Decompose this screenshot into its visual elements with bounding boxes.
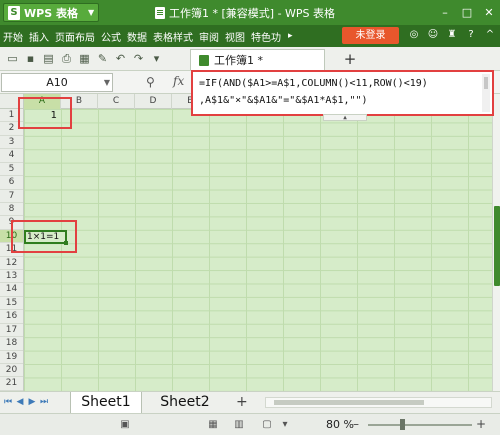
page-break-view-icon[interactable]: ▥ bbox=[232, 418, 246, 432]
document-tab[interactable]: 工作簿1 * bbox=[190, 49, 325, 70]
window-controls: – □ ✕ bbox=[434, 0, 500, 25]
menu-item-view[interactable]: 视图 bbox=[222, 29, 248, 44]
row-header-14[interactable]: 14 bbox=[0, 283, 23, 297]
annotation-box-a10 bbox=[11, 220, 77, 253]
zoom-out-icon[interactable]: – bbox=[353, 417, 359, 431]
row-header-19[interactable]: 19 bbox=[0, 351, 23, 365]
export-pdf-icon[interactable]: ▤ bbox=[40, 50, 57, 67]
zoom-level[interactable]: 80 % bbox=[326, 418, 354, 431]
normal-view-icon[interactable]: ▦ bbox=[206, 418, 220, 432]
spreadsheet-tab-icon bbox=[199, 54, 209, 66]
title-bar: S WPS 表格 ▼ 工作簿1 * [兼容模式] - WPS 表格 – □ ✕ bbox=[0, 0, 500, 25]
app-menu-button[interactable]: S WPS 表格 ▼ bbox=[3, 3, 100, 22]
row-header-17[interactable]: 17 bbox=[0, 324, 23, 338]
undo-icon[interactable]: ↶ bbox=[112, 50, 129, 67]
row-header-7[interactable]: 7 bbox=[0, 190, 23, 203]
row-header-21[interactable]: 21 bbox=[0, 377, 23, 391]
vertical-scrollbar[interactable] bbox=[492, 94, 500, 391]
vertical-scroll-thumb[interactable] bbox=[494, 206, 500, 286]
window-title: 工作簿1 * [兼容模式] - WPS 表格 bbox=[155, 5, 335, 21]
prev-sheet-icon[interactable]: ◀ bbox=[16, 395, 24, 409]
row-header-20[interactable]: 20 bbox=[0, 364, 23, 378]
menu-item-table-style[interactable]: 表格样式 bbox=[150, 29, 196, 44]
menu-bar: 开始 插入 页面布局 公式 数据 表格样式 审阅 视图 特色功 ▸ 未登录 ◎ … bbox=[0, 25, 500, 47]
menu-item-home[interactable]: 开始 bbox=[0, 29, 26, 44]
close-icon[interactable]: ✕ bbox=[478, 3, 500, 23]
zoom-dropdown-icon[interactable]: ▾ bbox=[278, 418, 292, 432]
open-folder-icon[interactable]: ▭ bbox=[4, 50, 21, 67]
row-header-18[interactable]: 18 bbox=[0, 337, 23, 351]
minimize-icon[interactable]: – bbox=[434, 3, 456, 23]
formula-line-2: ,A$1&"×"&$A1&"="&$A1*A$1,"") bbox=[199, 95, 368, 106]
menu-item-features[interactable]: 特色功 bbox=[248, 29, 284, 44]
row-header-6[interactable]: 6 bbox=[0, 176, 23, 190]
skin-icon[interactable]: ☺ bbox=[426, 28, 440, 42]
row-header-15[interactable]: 15 bbox=[0, 297, 23, 311]
status-bar: ▣ ▦ ▥ ▢ ▾ 80 % – + bbox=[0, 413, 500, 435]
document-tab-label: 工作簿1 * bbox=[214, 54, 263, 67]
formula-resize-handle[interactable]: ▲ bbox=[323, 114, 367, 121]
menu-more-icon[interactable]: ▸ bbox=[284, 31, 297, 41]
name-box[interactable]: A10 ▼ bbox=[1, 73, 113, 92]
wps-logo-icon: S bbox=[8, 5, 20, 20]
formula-scrollbar[interactable] bbox=[482, 74, 490, 112]
zoom-in-icon[interactable]: + bbox=[476, 417, 486, 431]
menu-icon-group: ◎ ☺ ♜ ? ^ bbox=[407, 28, 497, 42]
sheet-tab-sheet1[interactable]: Sheet1 bbox=[70, 392, 142, 413]
row-header-16[interactable]: 16 bbox=[0, 310, 23, 324]
name-box-value: A10 bbox=[46, 76, 68, 89]
column-header-d[interactable]: D bbox=[135, 94, 172, 109]
magnifier-icon[interactable]: ⚲ bbox=[146, 75, 155, 89]
app-name: WPS 表格 bbox=[24, 6, 78, 20]
help-icon[interactable]: ? bbox=[464, 28, 478, 42]
menu-item-formulas[interactable]: 公式 bbox=[98, 29, 124, 44]
row-header-5[interactable]: 5 bbox=[0, 163, 23, 177]
zoom-slider-track[interactable] bbox=[368, 424, 472, 426]
login-button[interactable]: 未登录 bbox=[342, 27, 399, 44]
new-tab-button[interactable]: + bbox=[341, 49, 359, 69]
last-sheet-icon[interactable]: ⏭ bbox=[40, 395, 48, 409]
maximize-icon[interactable]: □ bbox=[456, 3, 478, 23]
horizontal-scrollbar[interactable] bbox=[265, 397, 492, 408]
row-header-3[interactable]: 3 bbox=[0, 136, 23, 150]
next-sheet-icon[interactable]: ▶ bbox=[28, 395, 36, 409]
formula-line-1: =IF(AND($A1>=A$1,COLUMN()<11,ROW()<19) bbox=[199, 78, 428, 89]
print-preview-icon[interactable]: ▦ bbox=[76, 50, 93, 67]
menu-item-insert[interactable]: 插入 bbox=[26, 29, 52, 44]
menu-item-page-layout[interactable]: 页面布局 bbox=[52, 29, 98, 44]
row-header-12[interactable]: 12 bbox=[0, 257, 23, 271]
window-title-text: 工作簿1 * [兼容模式] - WPS 表格 bbox=[169, 7, 336, 20]
cell-grid[interactable] bbox=[24, 109, 492, 391]
row-header-8[interactable]: 8 bbox=[0, 203, 23, 217]
first-sheet-icon[interactable]: ⏮ bbox=[4, 395, 12, 409]
save-icon[interactable]: ▪ bbox=[22, 50, 39, 67]
collapse-ribbon-icon[interactable]: ^ bbox=[483, 28, 497, 42]
print-icon[interactable]: ⎙ bbox=[58, 50, 75, 67]
sheet-nav: ⏮ ◀ ▶ ⏭ bbox=[4, 395, 48, 409]
macro-icon[interactable]: ▣ bbox=[118, 418, 132, 432]
column-header-c[interactable]: C bbox=[98, 94, 135, 109]
horizontal-scroll-thumb[interactable] bbox=[274, 400, 424, 405]
cloud-icon[interactable]: ◎ bbox=[407, 28, 421, 42]
menu-item-data[interactable]: 数据 bbox=[124, 29, 150, 44]
add-sheet-button[interactable]: + bbox=[236, 392, 248, 413]
annotation-box-a1 bbox=[18, 97, 72, 129]
chevron-down-icon[interactable]: ▼ bbox=[104, 74, 110, 91]
zoom-slider-thumb[interactable] bbox=[400, 419, 406, 430]
insert-function-button[interactable]: fx bbox=[173, 74, 184, 88]
shirt-icon[interactable]: ♜ bbox=[445, 28, 459, 42]
chevron-down-icon: ▼ bbox=[87, 8, 95, 17]
sheet-tab-sheet2[interactable]: Sheet2 bbox=[151, 392, 219, 413]
format-painter-icon[interactable]: ✎ bbox=[94, 50, 111, 67]
spreadsheet-doc-icon bbox=[155, 7, 165, 19]
formula-input[interactable]: =IF(AND($A1>=A$1,COLUMN()<11,ROW()<19) ,… bbox=[191, 70, 494, 121]
toolbar-more-icon[interactable]: ▾ bbox=[148, 50, 165, 67]
row-header-13[interactable]: 13 bbox=[0, 270, 23, 284]
quick-access-toolbar: ▭ ▪ ▤ ⎙ ▦ ✎ ↶ ↷ ▾ 工作簿1 * + bbox=[0, 47, 500, 71]
sheet-tab-bar: ⏮ ◀ ▶ ⏭ Sheet1 Sheet2 + bbox=[0, 391, 500, 413]
row-header-4[interactable]: 4 bbox=[0, 149, 23, 163]
reading-mode-icon[interactable]: ▢ bbox=[260, 418, 274, 432]
redo-icon[interactable]: ↷ bbox=[130, 50, 147, 67]
menu-item-review[interactable]: 审阅 bbox=[196, 29, 222, 44]
